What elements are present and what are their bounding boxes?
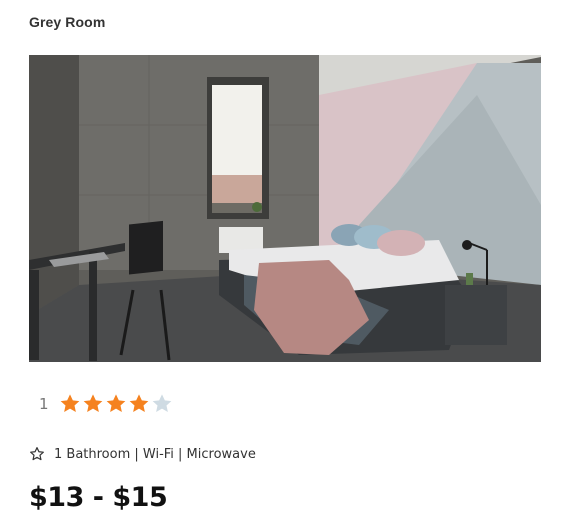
room-photo[interactable] xyxy=(29,55,541,362)
amenities-row: 1 Bathroom | Wi-Fi | Microwave xyxy=(29,446,256,462)
rating-stars xyxy=(59,393,174,415)
room-title[interactable]: Grey Room xyxy=(29,14,105,30)
star-outline-icon[interactable] xyxy=(29,446,45,462)
rating-count: 1 xyxy=(39,395,49,413)
star-filled-icon[interactable] xyxy=(82,393,104,415)
star-empty-icon[interactable] xyxy=(151,393,173,415)
room-card: Grey Room 1 1 Bathroom | Wi-Fi | Microwa… xyxy=(0,0,580,527)
star-filled-icon[interactable] xyxy=(128,393,150,415)
amenities-text: 1 Bathroom | Wi-Fi | Microwave xyxy=(54,446,256,462)
star-filled-icon[interactable] xyxy=(59,393,81,415)
rating: 1 xyxy=(39,392,174,416)
star-filled-icon[interactable] xyxy=(105,393,127,415)
price-range: $13 - $15 xyxy=(29,482,168,513)
room-photo-image xyxy=(29,55,541,362)
